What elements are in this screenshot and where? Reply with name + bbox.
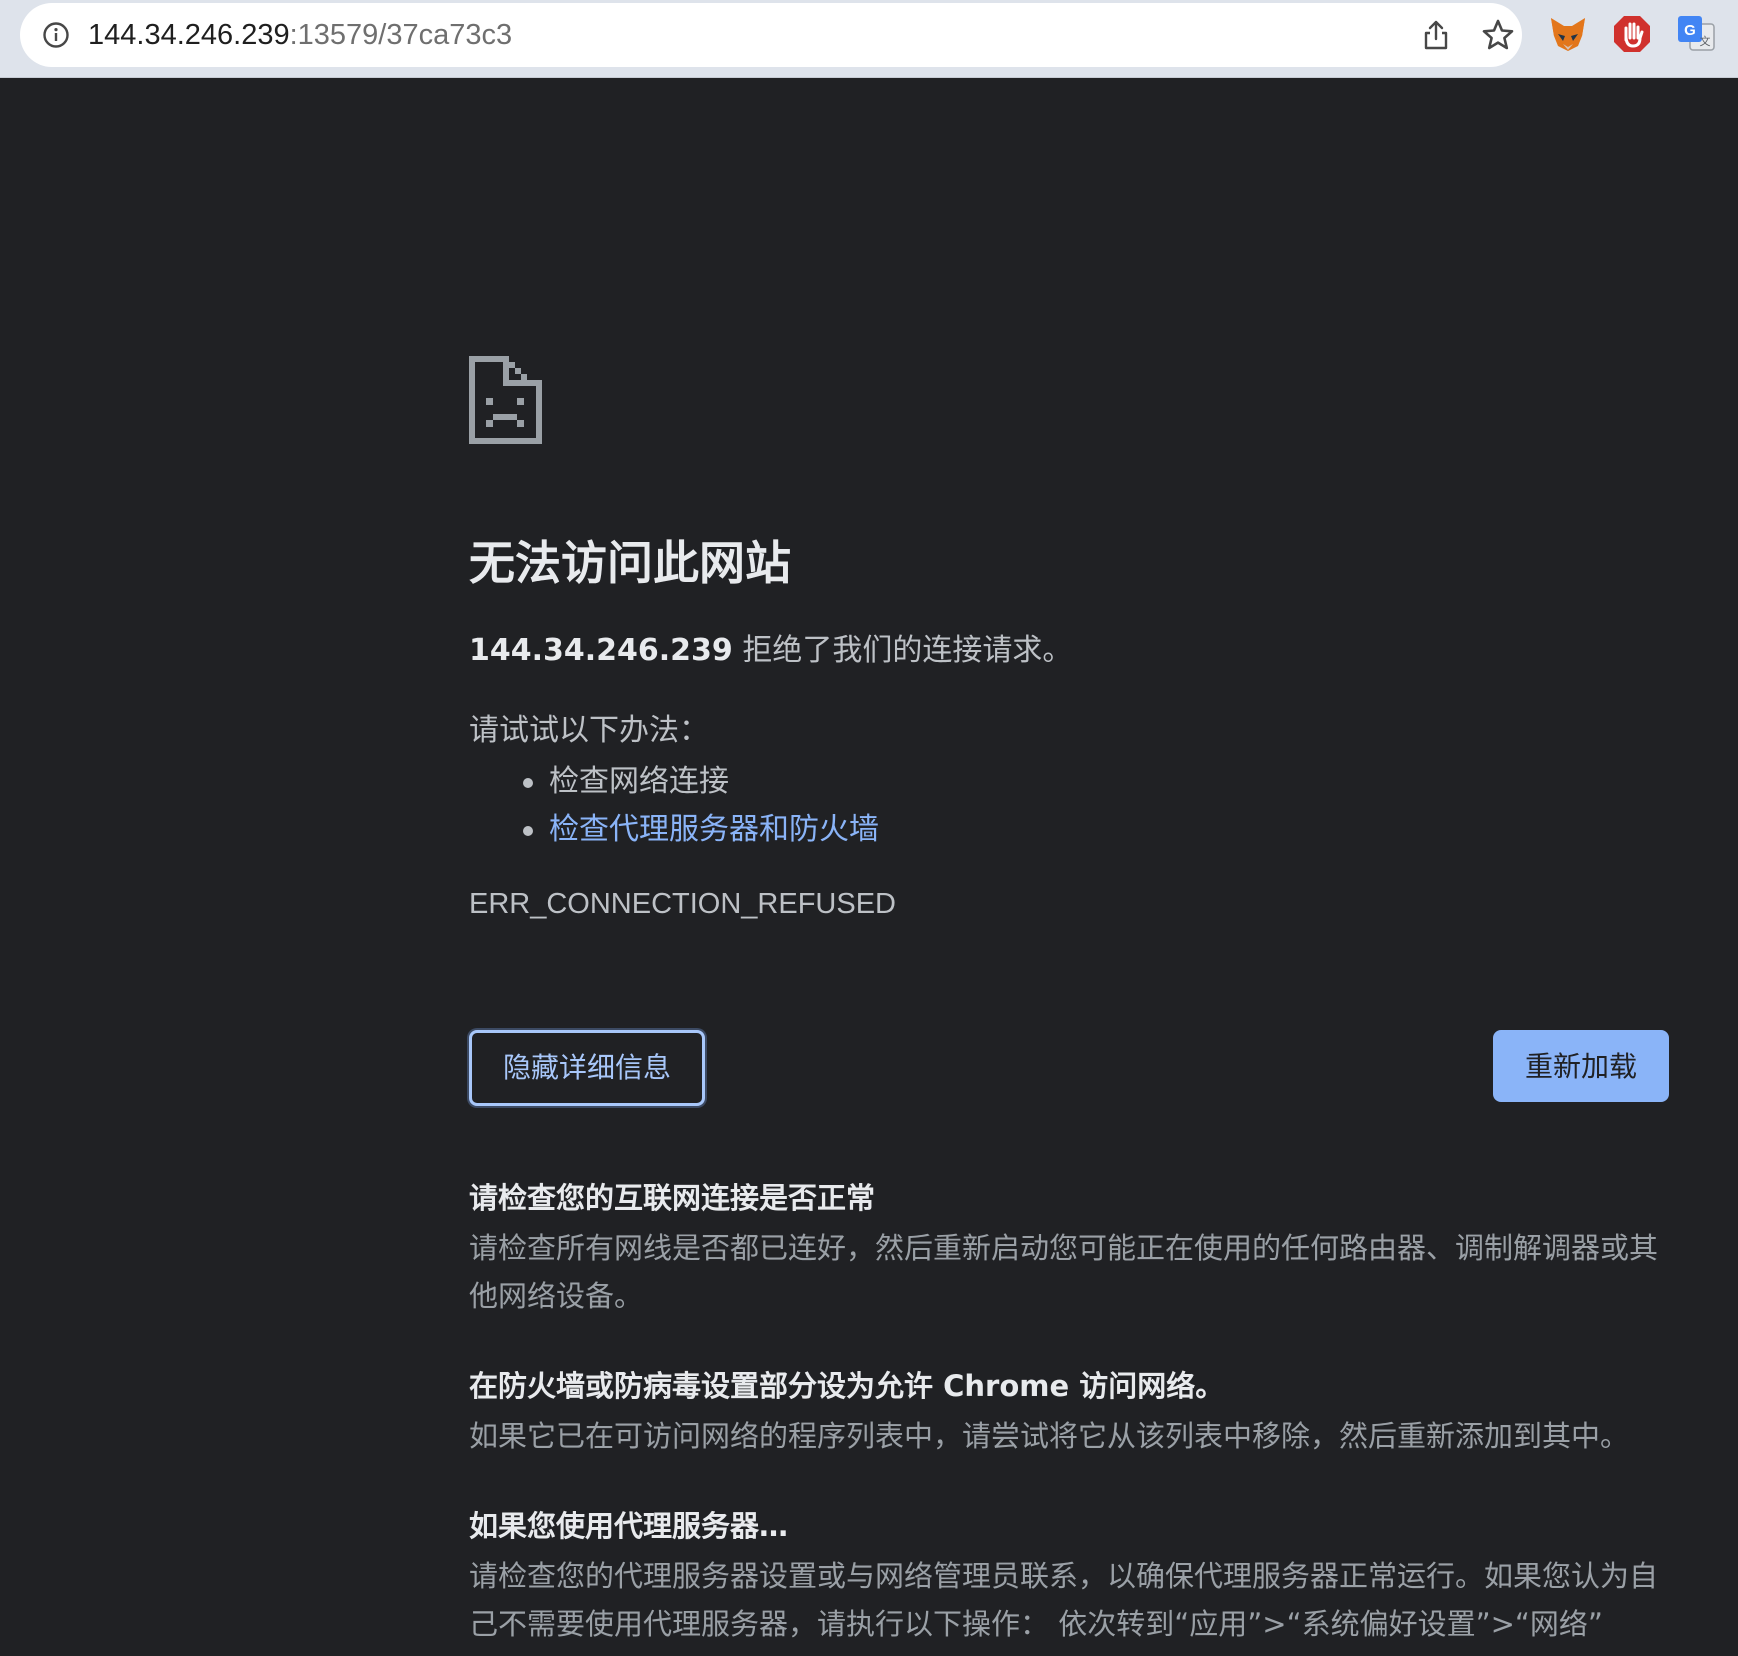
detail-body: 如果它已在可访问网络的程序列表中，请尝试将它从该列表中移除，然后重新添加到其中。 <box>469 1419 1630 1453</box>
detail-title: 在防火墙或防病毒设置部分设为允许 Chrome 访问网络。 <box>469 1369 1225 1403</box>
sad-document-icon <box>469 356 542 444</box>
error-summary-text: 拒绝了我们的连接请求。 <box>732 633 1073 668</box>
detail-body: 请检查您的代理服务器设置或与网络管理员联系，以确保代理服务器正常运行。如果您认为… <box>469 1559 1659 1641</box>
detail-check-internet: 请检查您的互联网连接是否正常 请检查所有网线是否都已连好，然后重新启动您可能正在… <box>469 1176 1669 1320</box>
detail-body: 请检查所有网线是否都已连好，然后重新启动您可能正在使用的任何路由器、调制解调器或… <box>469 1231 1659 1313</box>
share-icon[interactable] <box>1420 19 1452 51</box>
address-bar[interactable]: 144.34.246.239:13579/37ca73c3 <box>20 3 1522 67</box>
url-text[interactable]: 144.34.246.239:13579/37ca73c3 <box>88 17 512 53</box>
detail-title: 如果您使用代理服务器… <box>469 1509 789 1543</box>
metamask-fox-icon[interactable] <box>1548 14 1588 54</box>
suggestions-label: 请试试以下办法： <box>469 713 709 748</box>
browser-toolbar: 144.34.246.239:13579/37ca73c3 G 文 <box>0 0 1738 78</box>
hide-details-button[interactable]: 隐藏详细信息 <box>469 1030 705 1106</box>
suggestion-check-network: 检查网络连接 <box>469 758 879 806</box>
detail-proxy: 如果您使用代理服务器… 请检查您的代理服务器设置或与网络管理员联系，以确保代理服… <box>469 1504 1669 1648</box>
adblock-stop-hand-icon[interactable] <box>1612 14 1652 54</box>
detail-firewall: 在防火墙或防病毒设置部分设为允许 Chrome 访问网络。 如果它已在可访问网络… <box>469 1364 1669 1460</box>
error-summary: 144.34.246.239 拒绝了我们的连接请求。 <box>469 630 1072 672</box>
error-headline: 无法访问此网站 <box>469 536 791 590</box>
url-host: 144.34.246.239 <box>88 19 290 51</box>
suggestion-check-proxy-link[interactable]: 检查代理服务器和防火墙 <box>469 806 879 854</box>
star-icon[interactable] <box>1480 17 1516 53</box>
info-icon[interactable] <box>42 21 70 49</box>
suggestions-list: 检查网络连接 检查代理服务器和防火墙 <box>469 758 879 854</box>
error-summary-host: 144.34.246.239 <box>469 633 733 668</box>
svg-text:文: 文 <box>1700 34 1711 48</box>
url-path: :13579/37ca73c3 <box>289 19 513 51</box>
error-code: ERR_CONNECTION_REFUSED <box>469 888 896 920</box>
google-translate-icon[interactable]: G 文 <box>1676 14 1716 54</box>
reload-button[interactable]: 重新加载 <box>1493 1030 1669 1102</box>
svg-text:G: G <box>1684 22 1696 39</box>
detail-title: 请检查您的互联网连接是否正常 <box>469 1181 876 1215</box>
